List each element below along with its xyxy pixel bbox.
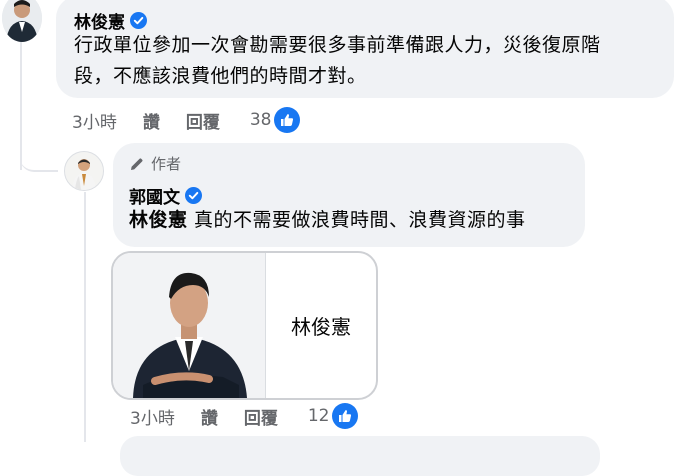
comment-actions: 3小時 讚 回覆 38	[72, 106, 301, 134]
mention-link[interactable]: 林俊憲	[129, 209, 188, 231]
comment-timestamp[interactable]: 3小時	[72, 108, 117, 133]
reply-text-body: 真的不需要做浪費時間、浪費資源的事	[187, 209, 526, 231]
reply-text: 林俊憲 真的不需要做浪費時間、浪費資源的事	[129, 205, 526, 236]
comment-text-line: 段，不應該浪費他們的時間才對。	[74, 65, 367, 87]
like-button[interactable]: 讚	[201, 404, 218, 429]
comment-bubble: 林俊憲 行政單位參加一次會勘需要很多事前準備跟人力，災後復原階 段，不應該浪費他…	[56, 0, 674, 98]
reply-timestamp[interactable]: 3小時	[130, 404, 175, 429]
like-button[interactable]: 讚	[143, 108, 160, 133]
author-badge-label: 作者	[151, 155, 182, 173]
thread-connector	[20, 152, 58, 172]
next-comment-bubble	[120, 436, 600, 476]
profile-photo	[113, 253, 265, 398]
comment-text: 行政單位參加一次會勘需要很多事前準備跟人力，災後復原階 段，不應該浪費他們的時間…	[74, 30, 664, 92]
reply-actions: 3小時 讚 回覆 12	[130, 402, 359, 430]
card-name: 林俊憲	[291, 315, 351, 339]
reply-author-avatar[interactable]	[64, 151, 104, 191]
mention-profile-card[interactable]: 林俊憲	[111, 251, 378, 400]
avatar-portrait	[2, 0, 42, 42]
reaction-count: 12	[307, 406, 330, 426]
reaction-count: 38	[249, 110, 272, 130]
verified-badge-icon	[185, 187, 202, 204]
avatar-portrait	[65, 152, 103, 190]
pencil-icon	[131, 157, 143, 170]
reaction-summary[interactable]: 38	[250, 107, 301, 133]
verified-badge-icon	[130, 12, 147, 29]
thread-connector	[20, 42, 56, 170]
reply-button[interactable]: 回覆	[244, 404, 278, 429]
comment-text-line: 行政單位參加一次會勘需要很多事前準備跟人力，災後復原階	[74, 34, 601, 56]
reply-button[interactable]: 回覆	[186, 108, 220, 133]
comment-author-avatar[interactable]	[2, 0, 42, 42]
reply-bubble: 作者 郭國文 林俊憲 真的不需要做浪費時間、浪費資源的事	[113, 143, 585, 247]
reaction-summary[interactable]: 12	[308, 403, 359, 429]
thumbs-up-icon	[274, 107, 301, 133]
thread-connector	[84, 392, 86, 442]
author-badge: 作者	[129, 153, 181, 174]
thumbs-up-icon	[332, 403, 359, 429]
